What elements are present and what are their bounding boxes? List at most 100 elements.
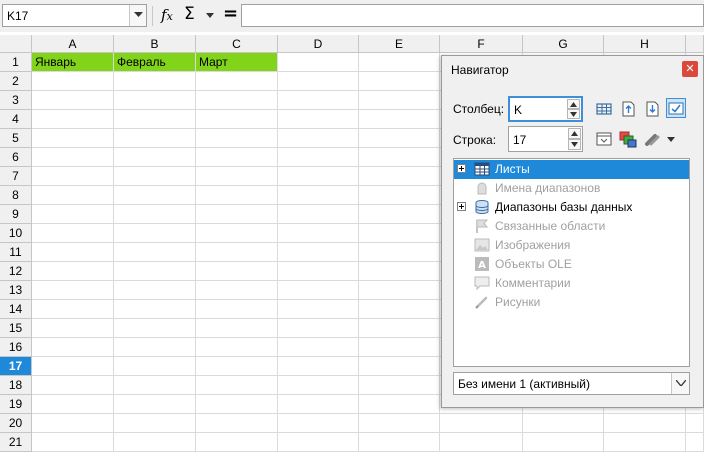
column-header-g[interactable]: G [523,35,604,53]
cell-a8[interactable] [32,186,114,205]
cell-a13[interactable] [32,281,114,300]
cell-e8[interactable] [359,186,440,205]
row-header-5[interactable]: 5 [0,129,32,148]
cell-b5[interactable] [114,129,196,148]
cell-e14[interactable] [359,300,440,319]
cell-e21[interactable] [359,433,440,452]
row-header-13[interactable]: 13 [0,281,32,300]
row-header-16[interactable]: 16 [0,338,32,357]
row-header-12[interactable]: 12 [0,262,32,281]
cell-d1[interactable] [278,53,359,72]
cell-b12[interactable] [114,262,196,281]
column-header-h[interactable]: H [604,35,686,53]
name-box[interactable]: K17 [2,4,147,27]
cell-e6[interactable] [359,148,440,167]
spin-up-button[interactable] [567,99,580,109]
row-header-10[interactable]: 10 [0,224,32,243]
cell-a10[interactable] [32,224,114,243]
toggle-icon[interactable] [666,98,686,118]
cell-h20[interactable] [604,414,686,433]
cell-c1[interactable]: Март [196,53,278,72]
cell-e18[interactable] [359,376,440,395]
cell-c16[interactable] [196,338,278,357]
cell-b2[interactable] [114,72,196,91]
cell-d21[interactable] [278,433,359,452]
column-spin-field[interactable]: K [508,96,583,122]
cell-f21[interactable] [440,433,523,452]
cell-b11[interactable] [114,243,196,262]
cell-c18[interactable] [196,376,278,395]
row-header-8[interactable]: 8 [0,186,32,205]
close-icon[interactable]: ✕ [682,61,698,77]
cell-e7[interactable] [359,167,440,186]
cell-c21[interactable] [196,433,278,452]
cell-a5[interactable] [32,129,114,148]
chevron-down-icon[interactable] [667,137,675,142]
cell-e10[interactable] [359,224,440,243]
cell-b10[interactable] [114,224,196,243]
cell-a7[interactable] [32,167,114,186]
cell-a12[interactable] [32,262,114,281]
cell-b20[interactable] [114,414,196,433]
cell-a16[interactable] [32,338,114,357]
cell-c11[interactable] [196,243,278,262]
cell-e17[interactable] [359,357,440,376]
cell-b18[interactable] [114,376,196,395]
column-header-f[interactable]: F [440,35,523,53]
column-header-i[interactable] [686,35,704,53]
cell-b9[interactable] [114,205,196,224]
row-header-6[interactable]: 6 [0,148,32,167]
cell-d3[interactable] [278,91,359,110]
cell-g21[interactable] [523,433,604,452]
cell-e16[interactable] [359,338,440,357]
cell-c12[interactable] [196,262,278,281]
cell-d15[interactable] [278,319,359,338]
cell-d8[interactable] [278,186,359,205]
cell-c9[interactable] [196,205,278,224]
cell-a2[interactable] [32,72,114,91]
cell-d12[interactable] [278,262,359,281]
cell-a11[interactable] [32,243,114,262]
cell-b6[interactable] [114,148,196,167]
cell-a21[interactable] [32,433,114,452]
row-header-11[interactable]: 11 [0,243,32,262]
cell-h21[interactable] [604,433,686,452]
document-select[interactable]: Без имени 1 (активный) [453,372,690,395]
cell-a4[interactable] [32,110,114,129]
row-header-21[interactable]: 21 [0,433,32,452]
cell-c3[interactable] [196,91,278,110]
cell-d10[interactable] [278,224,359,243]
cell-c14[interactable] [196,300,278,319]
cell-a9[interactable] [32,205,114,224]
cell-e11[interactable] [359,243,440,262]
cell-d4[interactable] [278,110,359,129]
column-header-c[interactable]: C [196,35,278,53]
cell-e20[interactable] [359,414,440,433]
cell-e9[interactable] [359,205,440,224]
column-header-e[interactable]: E [359,35,440,53]
spin-up-button[interactable] [568,128,581,139]
cell-f20[interactable] [440,414,523,433]
row-header-7[interactable]: 7 [0,167,32,186]
fx-icon[interactable]: fx [161,6,173,24]
end-icon[interactable] [642,99,662,119]
formula-input[interactable] [241,4,704,27]
cell-d18[interactable] [278,376,359,395]
row-header-20[interactable]: 20 [0,414,32,433]
cell-b7[interactable] [114,167,196,186]
cell-e3[interactable] [359,91,440,110]
cell-b21[interactable] [114,433,196,452]
row-header-15[interactable]: 15 [0,319,32,338]
cell-c10[interactable] [196,224,278,243]
cell-a20[interactable] [32,414,114,433]
cell-d16[interactable] [278,338,359,357]
cell-c8[interactable] [196,186,278,205]
cell-e19[interactable] [359,395,440,414]
document-select-dropdown-button[interactable] [671,373,689,394]
cell-a15[interactable] [32,319,114,338]
row-header-14[interactable]: 14 [0,300,32,319]
cell-c15[interactable] [196,319,278,338]
cell-i21[interactable] [686,433,704,452]
spin-down-button[interactable] [567,109,580,119]
scenarios-icon[interactable] [618,129,638,149]
